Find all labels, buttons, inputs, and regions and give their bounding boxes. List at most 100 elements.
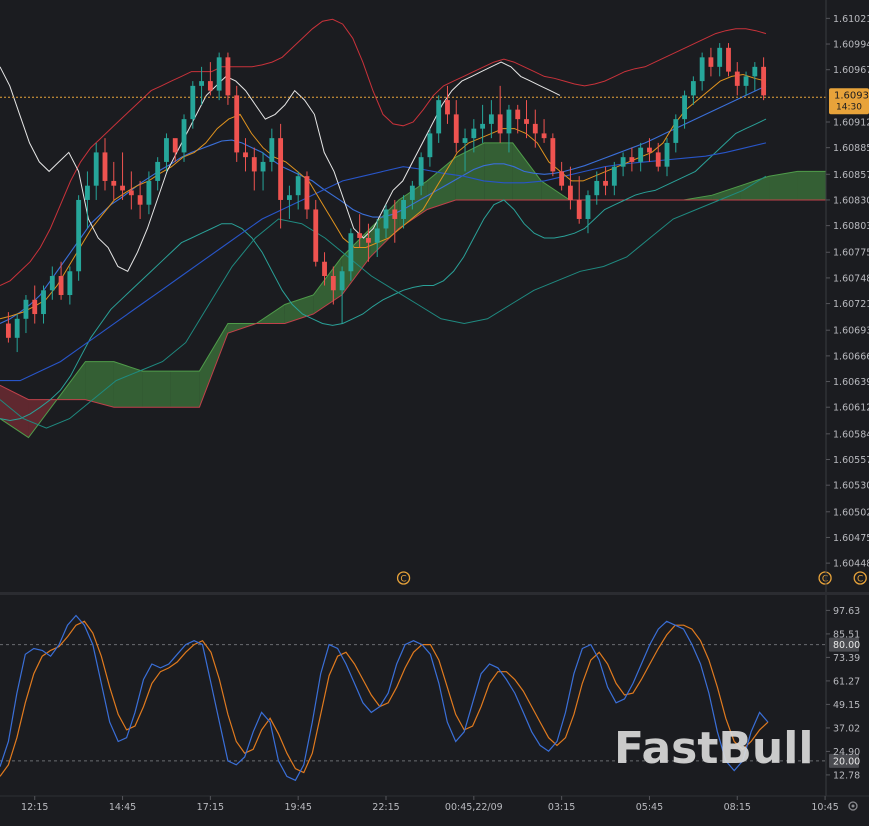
candle-body xyxy=(717,47,723,67)
candle-body xyxy=(594,180,600,196)
candle-body xyxy=(322,261,327,277)
price-tick-label: 1.60448 xyxy=(833,559,869,570)
candle-body xyxy=(216,57,222,91)
candle-body xyxy=(401,199,406,219)
candle-body xyxy=(682,95,687,120)
price-tick-label: 1.60775 xyxy=(833,248,869,259)
candle-body xyxy=(67,271,73,296)
candle-body xyxy=(383,209,389,229)
oscillator-level-label: 20.00 xyxy=(833,756,860,767)
candle-body xyxy=(655,152,661,167)
cloud-segment xyxy=(797,171,826,200)
candle xyxy=(234,85,240,162)
last-price-badge: 1.60938 14:30 xyxy=(829,88,869,115)
candle-body xyxy=(436,100,442,134)
time-tick-label: 10:45 xyxy=(811,802,838,813)
candle-body xyxy=(480,123,486,129)
candle-body xyxy=(497,114,503,134)
candle-body xyxy=(120,185,125,191)
candle-body xyxy=(304,176,310,210)
chart-background xyxy=(0,0,869,826)
time-tick-label: 05:45 xyxy=(636,802,663,813)
event-marker-glyph: C xyxy=(822,575,828,585)
candle-body xyxy=(181,119,187,153)
time-tick-label: 08:15 xyxy=(724,802,751,813)
candle-body xyxy=(567,185,573,200)
candle-body xyxy=(58,276,64,296)
candle-body xyxy=(243,152,248,158)
candle-body xyxy=(41,290,46,315)
candle-body xyxy=(761,66,767,96)
candle-body xyxy=(5,323,11,338)
time-tick-label: 12:15 xyxy=(21,802,48,813)
oscillator-tick-label: 73.39 xyxy=(833,653,860,664)
candle-body xyxy=(339,271,345,291)
price-tick-label: 1.60748 xyxy=(833,273,869,284)
candle-body xyxy=(155,161,161,181)
candle-body xyxy=(585,195,591,219)
price-tick-label: 1.60967 xyxy=(833,65,869,76)
candle-body xyxy=(734,71,740,86)
candle-body xyxy=(190,85,196,120)
oscillator-tick-label: 97.63 xyxy=(833,606,860,617)
event-marker-glyph: C xyxy=(857,575,863,585)
price-tick-label: 1.60666 xyxy=(833,351,869,362)
last-price-value: 1.60938 xyxy=(834,90,869,101)
price-tick-label: 1.61021 xyxy=(833,14,869,25)
candle-body xyxy=(506,109,512,134)
candle xyxy=(726,43,731,77)
price-tick-label: 1.60994 xyxy=(833,40,869,51)
candle-body xyxy=(611,166,617,186)
cloud-segment xyxy=(484,142,513,200)
candle-body xyxy=(357,233,363,238)
candle-body xyxy=(647,147,652,153)
candle-body xyxy=(629,157,635,162)
oscillator-tick-label: 85.51 xyxy=(833,629,860,640)
candle-body xyxy=(93,152,99,186)
candle-body xyxy=(85,185,90,200)
candle-body xyxy=(409,185,415,200)
price-tick-label: 1.60557 xyxy=(833,455,869,466)
candle-body xyxy=(550,138,556,172)
time-tick-label: 03:15 xyxy=(548,802,575,813)
candle-body xyxy=(515,109,521,120)
candle-body xyxy=(330,276,336,291)
candle-body xyxy=(445,100,450,115)
candle-body xyxy=(453,114,459,143)
oscillator-tick-label: 24.90 xyxy=(833,747,860,758)
candle-body xyxy=(260,161,266,172)
price-tick-label: 1.60830 xyxy=(833,195,869,206)
price-tick-label: 1.60584 xyxy=(833,429,869,440)
candle-body xyxy=(418,157,424,186)
watermark-logo: FastBull xyxy=(614,723,813,774)
candle-body xyxy=(313,209,319,262)
candle-body xyxy=(690,81,696,96)
candle-body xyxy=(199,81,205,86)
chart-canvas[interactable]: C C C 1.61021 1.60994 1.60967 1.60912 1.60885 1… xyxy=(0,0,869,826)
candle-body xyxy=(111,180,117,186)
candle-body xyxy=(462,138,468,143)
time-tick-label: 19:45 xyxy=(284,802,311,813)
candle-body xyxy=(225,57,231,96)
oscillator-tick-label: 61.27 xyxy=(833,676,860,687)
pane-separator[interactable] xyxy=(0,592,869,595)
candle-body xyxy=(146,180,152,205)
candle xyxy=(550,133,556,177)
price-tick-label: 1.60639 xyxy=(833,377,869,388)
oscillator-tick-label: 49.15 xyxy=(833,700,860,711)
candle-body xyxy=(278,138,284,200)
candle-body xyxy=(524,119,529,124)
candle-body xyxy=(576,199,582,219)
candle-body xyxy=(295,176,301,196)
time-tick-label: 22:15 xyxy=(372,802,399,813)
candle-body xyxy=(32,299,38,315)
candle-body xyxy=(251,157,257,172)
oscillator-level-label: 80.00 xyxy=(833,640,860,651)
time-tick-label: 00:45,22/09 xyxy=(445,802,503,813)
candle-body xyxy=(23,299,29,319)
candle-body xyxy=(427,133,433,158)
candle-body xyxy=(603,180,608,186)
candle-body xyxy=(743,76,749,86)
candle-body xyxy=(14,318,20,338)
candle-body xyxy=(532,123,538,134)
